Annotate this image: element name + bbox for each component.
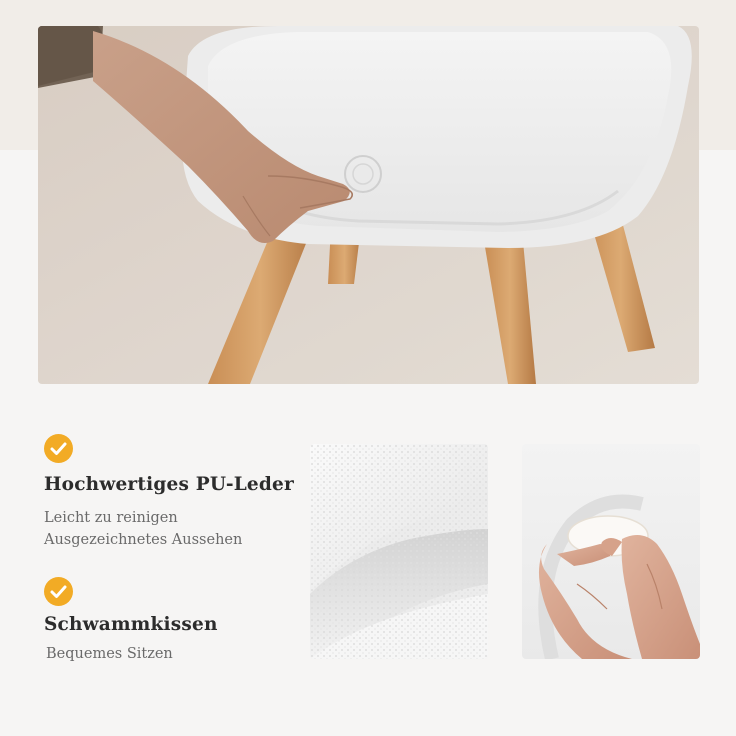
feature-title: Schwammkissen [44, 614, 218, 635]
feature-line: Bequemes Sitzen [46, 646, 173, 662]
leather-texture-photo [310, 444, 488, 659]
check-circle-icon [44, 577, 73, 606]
feature-title: Hochwertiges PU-Leder [44, 474, 294, 495]
hero-chair-photo [38, 26, 699, 384]
check-circle-icon [44, 434, 73, 463]
sponge-cushion-photo [522, 444, 700, 659]
feature-line: Ausgezeichnetes Aussehen [44, 532, 243, 548]
feature-line: Leicht zu reinigen [44, 510, 178, 526]
